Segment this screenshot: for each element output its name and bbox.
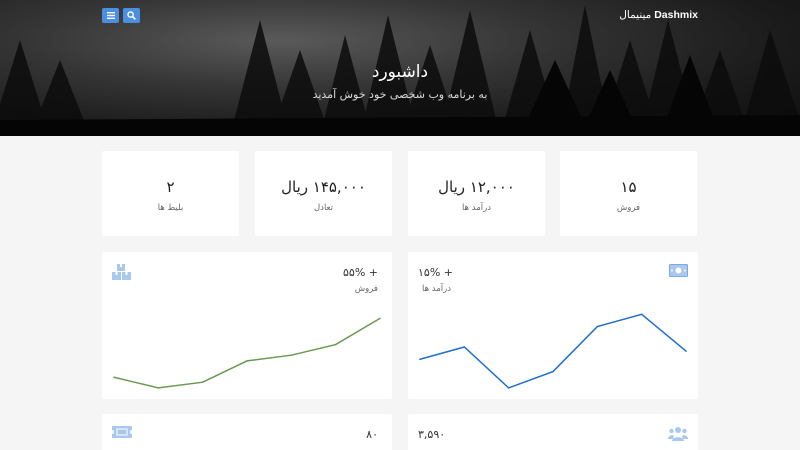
income-data-point-4	[596, 325, 599, 328]
sales-line-chart	[113, 317, 381, 389]
income-data-point-1	[463, 346, 466, 348]
income-chart-card[interactable]: + ۱۵% درآمد ها	[408, 252, 698, 399]
sales-chart-card[interactable]: + ۵۵% فروش	[102, 252, 392, 399]
income-data-point-0	[419, 358, 421, 361]
income-data-point-6	[685, 350, 687, 352]
stat-label: بلیط ها	[157, 203, 184, 213]
search-icon	[127, 11, 136, 20]
ticket-icon	[112, 426, 132, 438]
hero-header: Dashmix مینیمال داشبورد به برنامه وب شخص…	[0, 0, 800, 136]
users-card[interactable]: ۳,۵۹۰	[408, 414, 698, 450]
sales-data-point-6	[379, 317, 381, 320]
top-navbar: Dashmix مینیمال	[102, 8, 698, 24]
stat-card-tickets[interactable]: ۲ بلیط ها	[102, 151, 239, 236]
stat-value: ۱۲,۰۰۰ ریال	[438, 178, 515, 196]
sales-data-point-3	[246, 360, 248, 362]
stat-label: فروش	[616, 203, 641, 213]
sales-series-line	[113, 317, 381, 389]
sales-data-point-5	[334, 343, 337, 346]
tickets-card[interactable]: ۸۰	[102, 414, 392, 450]
brand-variant: مینیمال	[619, 9, 652, 21]
sales-data-point-0	[113, 376, 115, 379]
stat-label: درآمد ها	[461, 203, 492, 213]
stat-card-balance[interactable]: ۱۴۵,۰۰۰ ریال تعادل	[255, 151, 392, 236]
users-icon	[668, 427, 688, 441]
income-series-line	[419, 313, 687, 389]
brand-logo[interactable]: Dashmix مینیمال	[619, 9, 698, 21]
page-subtitle: به برنامه وب شخصی خود خوش آمدید	[312, 88, 488, 101]
stat-card-income[interactable]: ۱۲,۰۰۰ ریال درآمد ها	[408, 151, 545, 236]
income-line-chart	[419, 313, 687, 389]
tickets-value: ۸۰	[366, 428, 378, 441]
menu-button[interactable]	[102, 8, 119, 23]
stat-label: تعادل	[313, 203, 334, 213]
sales-data-point-4	[290, 354, 293, 356]
users-value: ۳,۵۹۰	[418, 428, 446, 441]
search-button[interactable]	[123, 8, 140, 23]
sales-data-point-1	[157, 387, 160, 389]
stat-card-sales[interactable]: ۱۵ فروش	[560, 151, 697, 236]
income-data-point-2	[507, 387, 510, 389]
menu-icon	[106, 12, 115, 19]
brand-name: Dashmix	[654, 9, 698, 21]
income-data-point-5	[640, 313, 643, 316]
stat-value: ۱۴۵,۰۰۰ ریال	[281, 178, 366, 196]
sales-data-point-2	[201, 381, 204, 383]
income-data-point-3	[552, 370, 554, 373]
page-title: داشبورد	[371, 62, 429, 82]
stat-value: ۱۵	[620, 178, 637, 196]
stat-value: ۲	[166, 178, 175, 196]
